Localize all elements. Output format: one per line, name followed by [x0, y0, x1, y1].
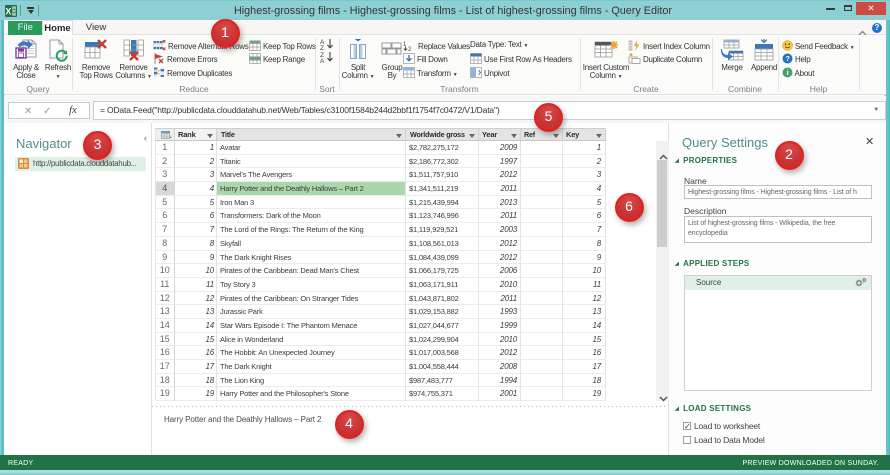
svg-text:i: i — [787, 68, 789, 77]
svg-text:X: X — [5, 7, 11, 17]
svg-text:?: ? — [785, 54, 790, 63]
svg-text:1: 1 — [403, 42, 407, 48]
svg-text:2: 2 — [408, 47, 412, 51]
svg-text:Z: Z — [320, 45, 324, 50]
svg-text:A: A — [320, 58, 325, 63]
